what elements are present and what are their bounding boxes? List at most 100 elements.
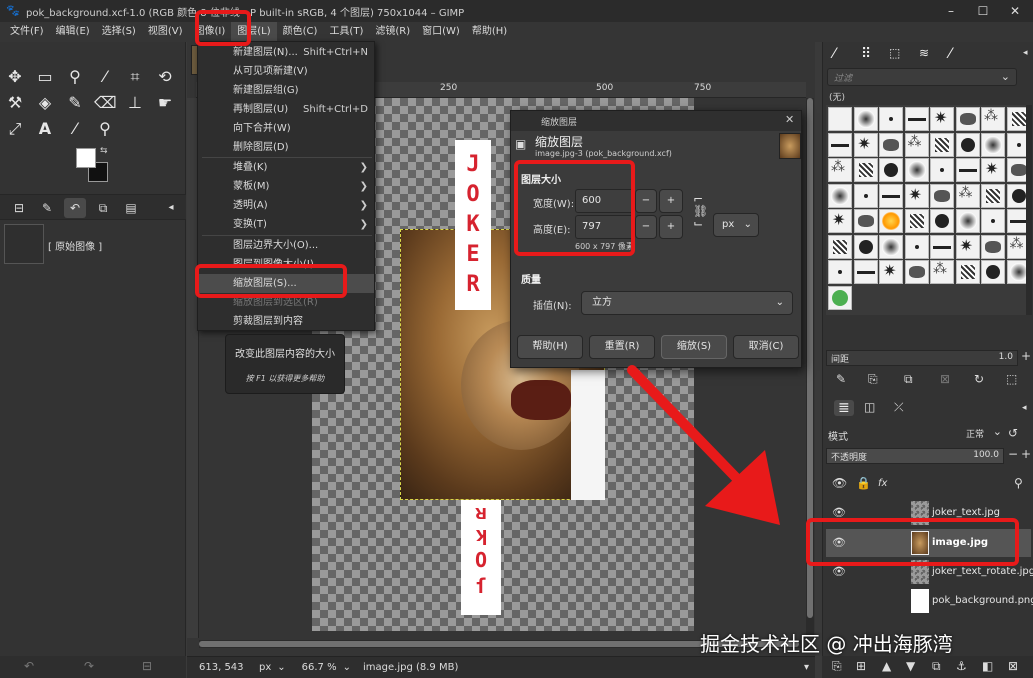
brush-thumbnail[interactable] (853, 107, 878, 131)
brush-thumbnail[interactable] (955, 209, 980, 233)
menu-filters[interactable]: 滤镜(R) (369, 22, 416, 42)
menu-select[interactable]: 选择(S) (96, 22, 142, 42)
brush-thumbnail[interactable] (904, 234, 929, 259)
minimize-button[interactable]: – (936, 2, 966, 20)
brush-thumbnail[interactable]: ✷ (828, 209, 852, 233)
brush-thumbnail[interactable] (981, 260, 1005, 284)
move-tool-icon[interactable]: ✥ (4, 66, 26, 88)
lock-icon[interactable]: 🔒 (856, 476, 871, 490)
brush-thumbnail[interactable] (879, 183, 903, 208)
brush-thumbnail[interactable] (981, 183, 1005, 208)
raise-layer-icon[interactable]: ▲ (882, 659, 891, 673)
delete-brush-icon[interactable]: ⊠ (940, 372, 950, 386)
brush-thumbnail[interactable] (853, 260, 878, 284)
brush-thumbnail[interactable] (904, 158, 929, 182)
open-brush-icon[interactable]: ⬚ (1006, 372, 1017, 386)
eye-icon[interactable]: 👁 (832, 565, 846, 578)
layers-tab-icon[interactable]: ≣ (834, 400, 854, 416)
brush-thumbnail[interactable]: ✷ (930, 107, 954, 131)
brush-thumbnail[interactable] (828, 260, 852, 284)
edit-brush-icon[interactable]: ✎ (836, 372, 846, 386)
gradients-tab-icon[interactable]: ≋ (919, 46, 929, 60)
brush-scrollbar[interactable] (1026, 105, 1032, 315)
brush-thumbnail[interactable] (930, 158, 954, 182)
dock-menu-icon[interactable]: ◂ (1023, 48, 1028, 58)
menu-file[interactable]: 文件(F) (4, 22, 50, 42)
brush-thumbnail[interactable] (904, 107, 929, 131)
brush-thumbnail[interactable] (828, 234, 852, 259)
navigate-icon[interactable]: ▾ (804, 662, 809, 673)
brush-thumbnail[interactable]: ⁂ (828, 158, 852, 182)
brush-thumbnail[interactable] (930, 183, 954, 208)
brush-thumbnail[interactable] (828, 132, 852, 157)
mask-layer-icon[interactable]: ◧ (982, 659, 993, 673)
cancel-button[interactable]: 取消(C) (733, 335, 799, 359)
swap-colors-icon[interactable]: ⇆ (100, 146, 108, 156)
menu-item-mask[interactable]: 蒙板(M) ❯ (198, 177, 374, 196)
bucket-fill-tool-icon[interactable]: ◈ (34, 92, 56, 114)
brush-thumbnail[interactable]: ⁂ (955, 183, 980, 208)
brush-thumbnail[interactable]: ✷ (853, 132, 878, 157)
menu-item-transform[interactable]: 变换(T) ❯ (198, 215, 374, 234)
warp-tool-icon[interactable]: ⚒ (4, 92, 26, 114)
brush-thumbnail[interactable] (879, 132, 903, 157)
brush-thumbnail[interactable] (853, 234, 878, 259)
channels-tab-icon[interactable]: ◫ (864, 400, 875, 414)
dock-menu-icon[interactable]: ◂ (160, 198, 182, 218)
fonts-tab-icon[interactable]: ⬚ (889, 46, 900, 60)
undo-history-tab-icon[interactable]: ↶ (64, 198, 86, 218)
menu-edit[interactable]: 编辑(E) (50, 22, 96, 42)
brush-thumbnail[interactable] (879, 158, 903, 182)
paintbrush-tool-icon[interactable]: ✎ (64, 92, 86, 114)
brush-thumbnail[interactable] (853, 158, 878, 182)
document-history-tab-icon[interactable]: ▤ (120, 198, 142, 218)
opacity-decrement-icon[interactable]: − (1008, 447, 1018, 461)
unit-select[interactable]: px ⌄ (713, 213, 759, 237)
brush-thumbnail[interactable] (879, 107, 903, 131)
width-increment-button[interactable]: + (659, 189, 683, 213)
lasso-tool-icon[interactable]: ⚲ (64, 66, 86, 88)
new-layer-icon[interactable]: ⎘ (832, 659, 842, 674)
image-thumbnail[interactable] (4, 224, 44, 264)
device-status-tab-icon[interactable]: ✎ (36, 198, 58, 218)
undo-icon[interactable]: ↶ (24, 659, 34, 673)
brush-thumbnail[interactable]: ✷ (879, 260, 903, 284)
new-brush-icon[interactable]: ⎘ (868, 372, 878, 387)
brush-thumbnail[interactable] (853, 183, 878, 208)
tool-presets-tab-icon[interactable]: ⁄ (949, 46, 951, 62)
dialog-close-button[interactable]: ✕ (785, 113, 794, 126)
layers-search-icon[interactable]: ⚲ (1014, 476, 1023, 490)
paths-tool-icon[interactable]: ⤢ (4, 118, 26, 140)
menu-tools[interactable]: 工具(T) (323, 22, 369, 42)
mode-reset-icon[interactable]: ↺ (1008, 426, 1018, 440)
tool-options-tab-icon[interactable]: ⊟ (8, 198, 30, 218)
brush-thumbnail[interactable] (879, 234, 903, 259)
menu-item-crop-to-content[interactable]: 剪裁图层到内容 (198, 312, 374, 331)
clear-history-icon[interactable]: ⊟ (142, 659, 152, 673)
interpolation-select[interactable]: 立方 ⌄ (581, 291, 793, 315)
brush-thumbnail[interactable]: ⁂ (930, 260, 954, 284)
eraser-tool-icon[interactable]: ⌫ (94, 92, 117, 114)
brush-thumbnail[interactable] (904, 260, 929, 284)
menu-colors[interactable]: 颜色(C) (277, 22, 324, 42)
lower-layer-icon[interactable]: ▼ (906, 659, 915, 673)
brush-thumbnail[interactable]: ⁂ (904, 132, 929, 157)
images-tab-icon[interactable]: ⧉ (92, 198, 114, 218)
paths-tab-icon[interactable]: ⤫ (894, 400, 904, 415)
brushes-tab-icon[interactable]: ⁄ (833, 46, 835, 62)
brush-thumbnail[interactable]: ✷ (981, 158, 1005, 182)
close-window-button[interactable]: ✕ (1000, 2, 1030, 20)
delete-layer-icon[interactable]: ⊠ (1008, 659, 1018, 673)
mode-select[interactable]: 正常 ⌄ (950, 424, 1002, 442)
spacing-slider[interactable]: 间距 1.0 (826, 350, 1018, 366)
reset-button[interactable]: 重置(R) (589, 335, 655, 359)
redo-icon[interactable]: ↷ (84, 659, 94, 673)
duplicate-brush-icon[interactable]: ⧉ (904, 372, 913, 387)
joker-text-bottom[interactable]: ᴚ ʞ O ſ (461, 500, 501, 615)
opacity-slider[interactable]: 不透明度 100.0 (826, 448, 1004, 464)
crop-tool-icon[interactable]: ⌗ (124, 66, 146, 88)
width-decrement-button[interactable]: − (635, 189, 657, 213)
brush-filter-field[interactable]: 过滤 ⌄ (827, 68, 1017, 86)
zoom-select[interactable]: 66.7 % ⌄ (302, 662, 351, 673)
brush-thumbnail[interactable] (828, 183, 852, 208)
